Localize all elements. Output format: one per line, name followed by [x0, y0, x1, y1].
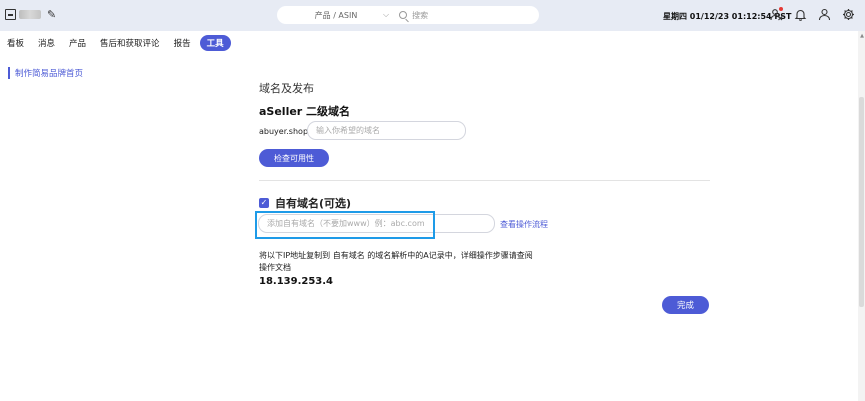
main-nav-tabs: 看板 消息 产品 售后和获取评论 报告 工具	[0, 34, 231, 52]
gear-icon[interactable]	[842, 8, 855, 21]
tab-reports[interactable]: 报告	[167, 35, 198, 51]
edit-icon[interactable]: ✎	[47, 8, 56, 21]
dns-instructions: 将以下IP地址复制到 自有域名 的域名解析中的A记录中，详细操作步骤请查阅 操作…	[259, 250, 539, 274]
tab-tools[interactable]: 工具	[199, 35, 231, 51]
tab-products[interactable]: 产品	[62, 35, 93, 51]
own-domain-toggle-row: ✓ 自有域名(可选)	[259, 195, 351, 211]
divider	[259, 180, 710, 181]
top-bar: ✎ 产品 / ASIN ⌵ 搜索 星期四 01/12/23 01:12:54 P…	[0, 0, 865, 31]
section-title: 域名及发布	[259, 82, 314, 95]
tab-messages[interactable]: 消息	[31, 35, 62, 51]
toolbar-icons	[770, 7, 855, 21]
scrollbar-thumb[interactable]	[859, 97, 864, 307]
docs-link[interactable]: 操作文档	[259, 262, 539, 274]
notification-dot	[779, 7, 783, 11]
own-domain-label: 自有域名(可选)	[275, 197, 352, 210]
sidebar-item-brand-homepage[interactable]: 制作简易品牌首页	[8, 67, 83, 79]
logo-icon	[5, 9, 16, 20]
person-alert-icon[interactable]	[770, 7, 783, 21]
chevron-down-icon[interactable]: ⌵	[383, 10, 389, 20]
bell-icon[interactable]	[794, 8, 807, 21]
user-icon[interactable]	[818, 8, 831, 21]
search-input[interactable]: 搜索	[412, 10, 428, 21]
logo-name-redacted	[19, 10, 41, 19]
own-domain-checkbox[interactable]: ✓	[259, 198, 269, 208]
tab-after-sales-reviews[interactable]: 售后和获取评论	[93, 35, 167, 51]
tab-dashboard[interactable]: 看板	[0, 35, 31, 51]
subdomain-prefix: abuyer.shop/	[259, 127, 311, 136]
app-logo[interactable]: ✎	[5, 8, 56, 21]
search-scope-select[interactable]: 产品 / ASIN	[277, 10, 385, 21]
check-availability-button[interactable]: 检查可用性	[259, 149, 329, 167]
subdomain-title: aSeller 二级域名	[259, 105, 351, 118]
subdomain-input[interactable]	[307, 121, 466, 140]
search-icon	[399, 11, 408, 19]
scroll-up-icon[interactable]: ▲	[860, 33, 864, 39]
search-bar[interactable]: 产品 / ASIN ⌵ 搜索	[277, 6, 539, 24]
view-guide-link[interactable]: 查看操作流程	[500, 219, 548, 230]
dns-instructions-line: 将以下IP地址复制到 自有域名 的域名解析中的A记录中，详细操作步骤请查阅	[259, 251, 533, 260]
own-domain-input[interactable]	[258, 214, 495, 233]
ip-address: 18.139.253.4	[259, 276, 334, 287]
done-button[interactable]: 完成	[662, 296, 709, 314]
